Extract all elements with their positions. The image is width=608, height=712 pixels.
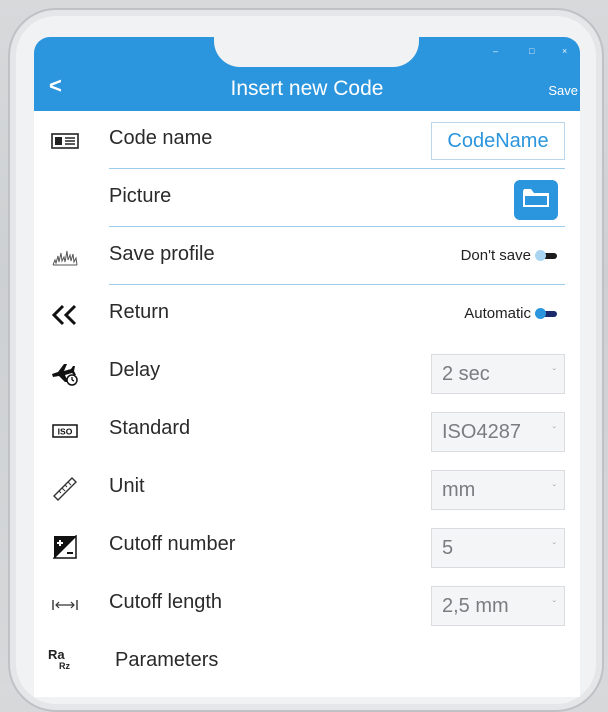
unit-select[interactable]: mm ˇ (431, 470, 565, 510)
folder-icon (521, 186, 551, 215)
toggle-switch[interactable] (535, 308, 557, 319)
delay-value: 2 sec (442, 363, 490, 385)
save-profile-toggle[interactable]: Don't save (461, 247, 557, 264)
toggle-knob (535, 308, 546, 319)
return-toggle-text: Automatic (464, 305, 531, 322)
title-bar: – □ × < Insert new Code Save (34, 37, 580, 111)
standard-select[interactable]: ISO4287 ˇ (431, 412, 565, 452)
row-cutoff-length: Cutoff length 2,5 mm ˇ (34, 575, 580, 633)
picture-label: Picture (109, 185, 172, 207)
close-icon[interactable]: × (562, 46, 567, 56)
iso-icon: ISO (48, 417, 82, 445)
toggle-switch[interactable] (535, 250, 557, 261)
id-card-icon (48, 127, 82, 155)
unit-label: Unit (109, 475, 145, 497)
svg-text:ISO: ISO (58, 427, 73, 437)
standard-value: ISO4287 (442, 421, 521, 443)
minimize-icon[interactable]: – (493, 46, 498, 56)
row-delay: Delay 2 sec ˇ (34, 343, 580, 401)
return-toggle[interactable]: Automatic (464, 305, 557, 322)
row-unit: Unit mm ˇ (34, 459, 580, 517)
row-cutoff-number: Cutoff number 5 ˇ (34, 517, 580, 575)
save-profile-toggle-text: Don't save (460, 247, 531, 264)
maximize-icon[interactable]: □ (529, 46, 534, 56)
chevron-down-icon: ˇ (552, 542, 556, 553)
row-return: Return Automatic (34, 285, 580, 343)
page-title: Insert new Code (230, 77, 384, 100)
unit-value: mm (442, 479, 476, 501)
save-button[interactable]: Save (548, 83, 578, 98)
plane-timer-icon (48, 359, 82, 387)
row-picture: Picture (34, 169, 580, 227)
cutoff-number-label: Cutoff number (109, 533, 236, 555)
row-save-profile: Save profile Don't save (34, 227, 580, 285)
chevron-down-icon: ˇ (552, 484, 556, 495)
row-parameters[interactable]: Ra Rz Parameters (34, 633, 580, 691)
cutoff-length-select[interactable]: 2,5 mm ˇ (431, 586, 565, 626)
standard-label: Standard (109, 417, 191, 439)
profile-graph-icon (48, 243, 82, 271)
code-name-label: Code name (109, 127, 213, 149)
ra-rz-icon: Ra Rz (48, 645, 82, 673)
parameters-label: Parameters (115, 649, 219, 671)
rz-text: Rz (59, 660, 70, 671)
ra-text: Ra (48, 646, 65, 662)
toggle-knob (535, 250, 546, 261)
save-profile-label: Save profile (109, 243, 215, 265)
delay-label: Delay (109, 359, 161, 381)
cutoff-number-select[interactable]: 5 ˇ (431, 528, 565, 568)
chevron-down-icon: ˇ (552, 368, 556, 379)
cutoff-length-label: Cutoff length (109, 591, 223, 613)
row-code-name: Code name CodeName (34, 111, 580, 169)
cutoff-number-value: 5 (442, 537, 454, 559)
picture-browse-button[interactable] (514, 180, 558, 220)
code-name-input[interactable]: CodeName (431, 122, 565, 160)
app-screen: – □ × < Insert new Code Save Code name C… (34, 37, 580, 697)
length-icon (48, 591, 82, 619)
plus-minus-icon (48, 533, 82, 561)
chevron-down-icon: ˇ (552, 600, 556, 611)
chevron-down-icon: ˇ (552, 426, 556, 437)
return-label: Return (109, 301, 170, 323)
cutoff-length-value: 2,5 mm (442, 595, 509, 617)
ruler-icon (48, 475, 82, 503)
row-standard: ISO Standard ISO4287 ˇ (34, 401, 580, 459)
delay-select[interactable]: 2 sec ˇ (431, 354, 565, 394)
device-notch (214, 37, 419, 67)
double-chevron-left-icon (48, 301, 82, 329)
